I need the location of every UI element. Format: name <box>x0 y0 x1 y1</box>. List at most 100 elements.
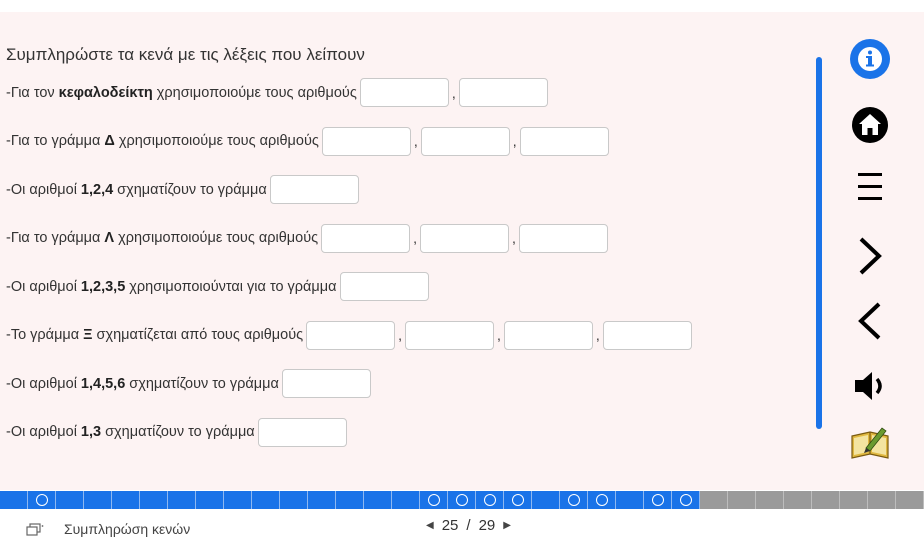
separator: , <box>512 230 516 246</box>
line-keyword: 1,2,4 <box>80 181 114 198</box>
line-text: χρησιμοποιούνται για το γράμμα <box>129 278 337 295</box>
line-text: σχηματίζουν το γράμμα <box>129 375 279 392</box>
separator: , <box>497 327 501 343</box>
progress-segment[interactable] <box>336 491 364 509</box>
exercise-line-1: -Για τον κεφαλοδείκτη χρησιμοποιούμε του… <box>6 77 806 108</box>
previous-button[interactable] <box>848 299 892 343</box>
progress-segment[interactable] <box>896 491 924 509</box>
progress-segment[interactable] <box>0 491 28 509</box>
blank-input[interactable] <box>257 417 347 447</box>
progress-segment[interactable] <box>588 491 616 509</box>
blank-input[interactable] <box>518 223 608 253</box>
progress-bar[interactable] <box>0 491 924 509</box>
progress-segment[interactable] <box>784 491 812 509</box>
separator: , <box>413 230 418 246</box>
blank-input[interactable] <box>503 320 593 350</box>
progress-segment[interactable] <box>700 491 728 509</box>
line-keyword: Δ <box>104 133 115 149</box>
info-button[interactable] <box>848 38 892 80</box>
previous-icon <box>858 302 881 340</box>
blank-input[interactable] <box>321 223 411 253</box>
exercise-line-7: -Οι αριθμοί 1,4,5,6 σχηματίζουν το γράμμ… <box>6 368 806 399</box>
home-button[interactable] <box>848 105 892 145</box>
progress-segment[interactable] <box>420 491 448 509</box>
pager-prev-icon[interactable]: ◀ <box>426 520 434 531</box>
progress-segment[interactable] <box>280 491 308 509</box>
progress-segment[interactable] <box>476 491 504 509</box>
visited-dot-icon <box>455 494 468 506</box>
total-pages: 29 <box>478 517 496 534</box>
separator: , <box>595 327 600 343</box>
progress-segment[interactable] <box>392 491 420 509</box>
progress-segment[interactable] <box>28 491 56 509</box>
line-text: σχηματίζουν το γράμμα <box>105 424 255 440</box>
progress-segment[interactable] <box>644 491 672 509</box>
line-text: σχηματίζουν το γράμμα <box>117 181 267 198</box>
separator: , <box>398 327 402 343</box>
next-button[interactable] <box>848 234 892 278</box>
slides-icon[interactable] <box>26 523 44 537</box>
progress-segment[interactable] <box>672 491 700 509</box>
separator: , <box>413 133 418 149</box>
progress-segment[interactable] <box>504 491 532 509</box>
blank-input[interactable] <box>281 369 371 398</box>
progress-segment[interactable] <box>560 491 588 509</box>
line-keyword: κεφαλοδείκτη <box>58 84 153 101</box>
pager-next-icon[interactable]: ▶ <box>503 520 511 531</box>
progress-segment[interactable] <box>56 491 84 509</box>
page-separator: / <box>466 517 471 534</box>
progress-segment[interactable] <box>448 491 476 509</box>
progress-segment[interactable] <box>308 491 336 509</box>
progress-segment[interactable] <box>196 491 224 509</box>
progress-segment[interactable] <box>756 491 784 509</box>
line-text: χρησιμοποιούμε τους αριθμούς <box>156 84 357 101</box>
current-page: 25 <box>441 517 459 534</box>
line-text: -Για τον <box>6 84 55 101</box>
blank-input[interactable] <box>269 175 359 204</box>
progress-segment[interactable] <box>140 491 168 509</box>
progress-segment[interactable] <box>616 491 644 509</box>
visited-dot-icon <box>595 494 608 506</box>
exercise-line-2: -Για το γράμμα Δ χρησιμοποιούμε τους αρι… <box>6 126 806 157</box>
blank-input[interactable] <box>405 320 494 350</box>
line-keyword: Λ <box>104 230 115 246</box>
exercise-title: Συμπληρώστε τα κενά με τις λέξεις που λε… <box>6 45 365 64</box>
visited-dot-icon <box>483 494 496 506</box>
blank-input[interactable] <box>359 78 449 107</box>
notebook-button[interactable] <box>848 423 892 463</box>
menu-button[interactable] <box>848 169 892 205</box>
progress-segment[interactable] <box>224 491 252 509</box>
exercise-line-6: -Το γράμμα Ξ σχηματίζεται από τους αριθμ… <box>6 320 806 351</box>
progress-segment[interactable] <box>168 491 196 509</box>
progress-segment[interactable] <box>868 491 896 509</box>
home-icon <box>852 107 888 143</box>
progress-segment[interactable] <box>84 491 112 509</box>
progress-segment[interactable] <box>252 491 280 509</box>
blank-input[interactable] <box>519 126 609 156</box>
progress-segment[interactable] <box>812 491 840 509</box>
notebook-icon <box>851 427 889 459</box>
exercise-line-3: -Οι αριθμοί 1,2,4 σχηματίζουν το γράμμα <box>6 174 806 205</box>
progress-segment[interactable] <box>728 491 756 509</box>
progress-segment[interactable] <box>112 491 140 509</box>
blank-input[interactable] <box>420 126 510 156</box>
blank-input[interactable] <box>339 272 429 301</box>
progress-segment[interactable] <box>840 491 868 509</box>
line-keyword: 1,4,5,6 <box>80 375 126 392</box>
progress-segment[interactable] <box>532 491 560 509</box>
line-text: -Οι αριθμοί <box>6 375 77 392</box>
footer-title: Συμπληρώση κενών <box>64 521 191 537</box>
line-keyword: 1,2,3,5 <box>80 278 126 295</box>
separator: , <box>512 133 517 149</box>
blank-input[interactable] <box>306 320 396 350</box>
blank-input[interactable] <box>321 126 411 156</box>
visited-dot-icon <box>651 494 664 506</box>
blank-input[interactable] <box>420 223 510 253</box>
blank-input[interactable] <box>458 78 548 107</box>
blank-input[interactable] <box>602 320 692 350</box>
line-text: σχηματίζεται από τους αριθμούς <box>96 327 304 343</box>
progress-segment[interactable] <box>364 491 392 509</box>
line-text: χρησιμοποιούμε τους αριθμούς <box>118 230 319 246</box>
scrollbar[interactable] <box>816 57 822 429</box>
sound-button[interactable] <box>848 369 892 403</box>
